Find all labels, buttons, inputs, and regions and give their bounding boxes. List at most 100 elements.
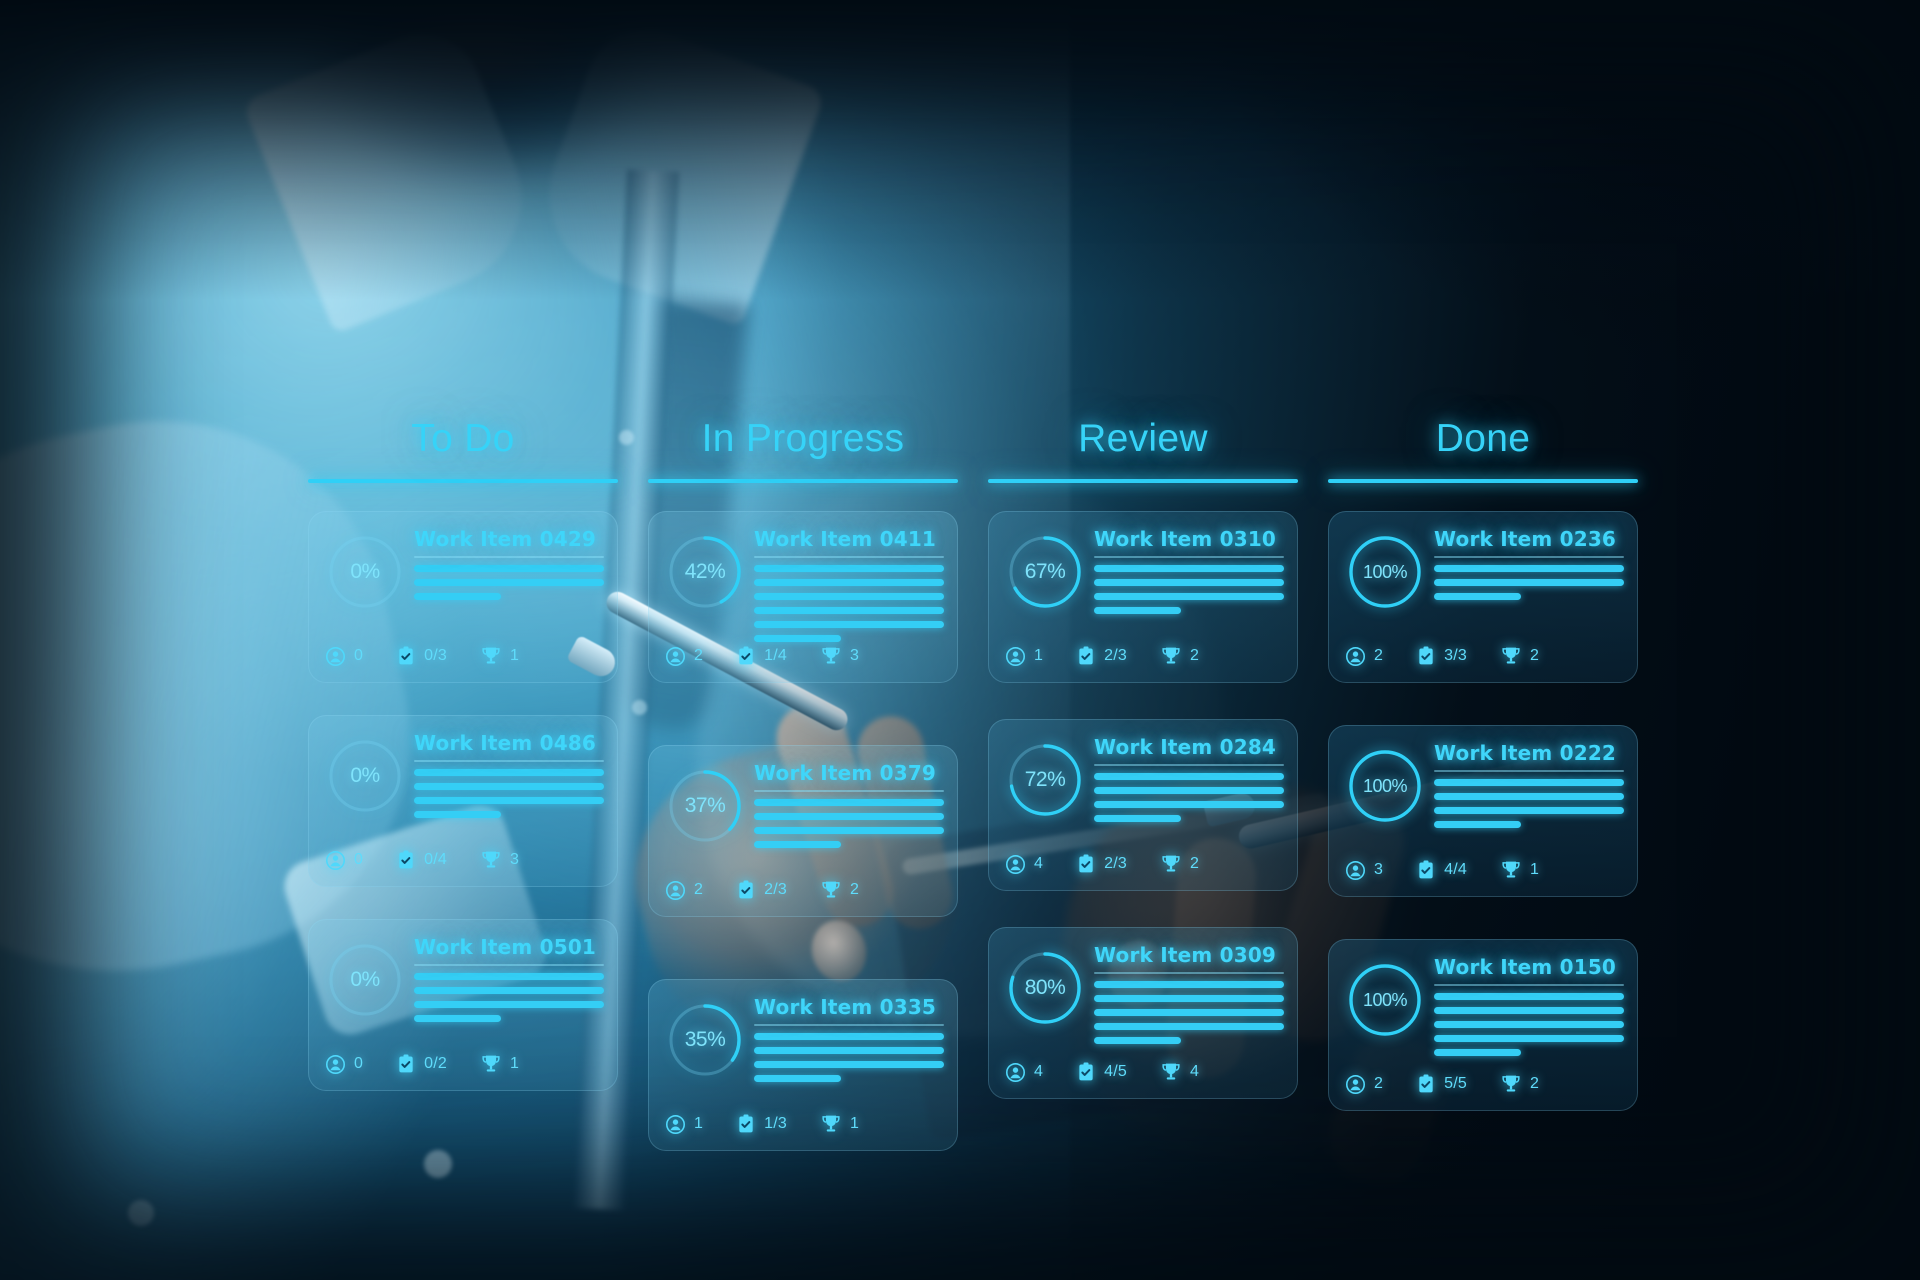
column-divider <box>648 479 958 483</box>
card-metrics-row: 2 2/3 2 <box>666 880 946 900</box>
card-metric[interactable]: 0/2 <box>397 1054 447 1074</box>
card-metric[interactable]: 1 <box>1501 860 1539 880</box>
card-body: Work Item 0501 <box>414 935 604 1029</box>
kanban-column-done: Done 100% Work Item 0236 2 3/3 2 100% Wo… <box>1328 410 1638 1111</box>
progress-ring: 0% <box>326 737 404 815</box>
card-metrics-row: 2 3/3 2 <box>1346 646 1626 666</box>
card-title-underline <box>1094 764 1284 766</box>
text-placeholder-line <box>1434 1021 1624 1028</box>
work-item-card[interactable]: 100% Work Item 0236 2 3/3 2 <box>1328 511 1638 683</box>
work-item-card[interactable]: 42% Work Item 0411 2 1/4 3 <box>648 511 958 683</box>
card-description-placeholder <box>414 769 604 818</box>
progress-percent-label: 42% <box>684 560 726 583</box>
card-metric[interactable]: 4 <box>1161 1062 1199 1082</box>
card-metric-value: 1 <box>509 647 520 664</box>
card-metric-value: 1/4 <box>764 647 787 664</box>
card-metric[interactable]: 2 <box>1501 1074 1539 1094</box>
card-metric[interactable]: 4/4 <box>1417 860 1467 880</box>
column-divider <box>308 479 618 483</box>
text-placeholder-line <box>1094 995 1284 1002</box>
card-metric[interactable]: 2/3 <box>1077 646 1127 666</box>
card-metric[interactable]: 0 <box>326 646 363 666</box>
person-icon <box>1346 860 1365 880</box>
card-description-placeholder <box>414 565 604 600</box>
text-placeholder-line <box>414 1015 502 1022</box>
card-metric[interactable]: 1 <box>481 1054 519 1074</box>
card-metric-value: 3 <box>509 851 520 868</box>
text-placeholder-line <box>1094 787 1284 794</box>
card-body: Work Item 0310 <box>1094 527 1284 621</box>
card-metric[interactable]: 2 <box>1161 646 1199 666</box>
card-metric[interactable]: 3 <box>1346 860 1383 880</box>
card-metric[interactable]: 3/3 <box>1417 646 1467 666</box>
card-metric[interactable]: 3 <box>481 850 519 870</box>
trophy-icon <box>821 880 841 900</box>
work-item-card[interactable]: 80% Work Item 0309 4 4/5 4 <box>988 927 1298 1099</box>
card-list: 0% Work Item 0429 0 0/3 1 0% Work Item 0… <box>308 511 618 1091</box>
card-metric[interactable]: 2 <box>666 880 703 900</box>
column-header-review: Review <box>1078 417 1208 460</box>
card-metric[interactable]: 2 <box>1346 646 1383 666</box>
text-placeholder-line <box>754 1033 944 1040</box>
card-metric[interactable]: 5/5 <box>1417 1074 1467 1094</box>
card-metric[interactable]: 2 <box>821 880 859 900</box>
work-item-card[interactable]: 100% Work Item 0222 3 4/4 1 <box>1328 725 1638 897</box>
text-placeholder-line <box>754 799 944 806</box>
card-metric[interactable]: 2 <box>1346 1074 1383 1094</box>
card-metric[interactable]: 1/4 <box>737 646 787 666</box>
card-metric[interactable]: 1 <box>666 1114 703 1134</box>
card-metric[interactable]: 0/3 <box>397 646 447 666</box>
text-placeholder-line <box>1434 593 1522 600</box>
text-placeholder-line <box>1094 1023 1284 1030</box>
person-icon <box>326 646 345 666</box>
text-placeholder-line <box>754 813 944 820</box>
card-metric-value: 2/3 <box>1104 647 1127 664</box>
work-item-card[interactable]: 72% Work Item 0284 4 2/3 2 <box>988 719 1298 891</box>
card-title-underline <box>754 556 944 558</box>
card-metric[interactable]: 0/4 <box>397 850 447 870</box>
card-metric[interactable]: 4 <box>1006 1062 1044 1082</box>
card-metrics-row: 0 0/3 1 <box>326 646 606 666</box>
card-metric[interactable]: 2/3 <box>1077 854 1127 874</box>
card-body: Work Item 0222 <box>1434 741 1624 835</box>
card-metric[interactable]: 0 <box>326 1054 363 1074</box>
work-item-card[interactable]: 0% Work Item 0501 0 0/2 1 <box>308 919 618 1091</box>
trophy-icon <box>481 1054 501 1074</box>
card-metric[interactable]: 2/3 <box>737 880 787 900</box>
trophy-icon <box>821 1114 841 1134</box>
card-metric[interactable]: 2 <box>666 646 703 666</box>
trophy-icon <box>1161 1062 1181 1082</box>
text-placeholder-line <box>414 811 502 818</box>
card-metric[interactable]: 2 <box>1161 854 1199 874</box>
work-item-card[interactable]: 35% Work Item 0335 1 1/3 1 <box>648 979 958 1151</box>
card-metric[interactable]: 4/5 <box>1077 1062 1127 1082</box>
text-placeholder-line <box>754 827 944 834</box>
work-item-card[interactable]: 37% Work Item 0379 2 2/3 2 <box>648 745 958 917</box>
person-icon <box>1346 646 1365 666</box>
column-header-todo: To Do <box>411 417 515 460</box>
card-metric-value: 4 <box>1034 1063 1044 1080</box>
card-metrics-row: 1 1/3 1 <box>666 1114 946 1134</box>
card-description-placeholder <box>1434 565 1624 600</box>
text-placeholder-line <box>754 1047 944 1054</box>
card-metric[interactable]: 1 <box>481 646 519 666</box>
clipboard-check-icon <box>1417 646 1435 666</box>
progress-percent-label: 0% <box>350 968 380 991</box>
text-placeholder-line <box>1434 993 1624 1000</box>
work-item-card[interactable]: 100% Work Item 0150 2 5/5 2 <box>1328 939 1638 1111</box>
progress-percent-label: 67% <box>1024 560 1066 583</box>
card-metric[interactable]: 1/3 <box>737 1114 787 1134</box>
text-placeholder-line <box>1434 1035 1624 1042</box>
card-metric[interactable]: 4 <box>1006 854 1043 874</box>
card-metric-value: 1 <box>1529 861 1540 878</box>
card-metric[interactable]: 1 <box>1006 646 1043 666</box>
card-metric[interactable]: 0 <box>326 850 363 870</box>
card-metric[interactable]: 1 <box>821 1114 859 1134</box>
work-item-card[interactable]: 0% Work Item 0486 0 0/4 3 <box>308 715 618 887</box>
card-description-placeholder <box>754 799 944 848</box>
card-metric[interactable]: 2 <box>1501 646 1539 666</box>
person-icon <box>326 1054 345 1074</box>
card-metric[interactable]: 3 <box>821 646 859 666</box>
work-item-card[interactable]: 0% Work Item 0429 0 0/3 1 <box>308 511 618 683</box>
work-item-card[interactable]: 67% Work Item 0310 1 2/3 2 <box>988 511 1298 683</box>
